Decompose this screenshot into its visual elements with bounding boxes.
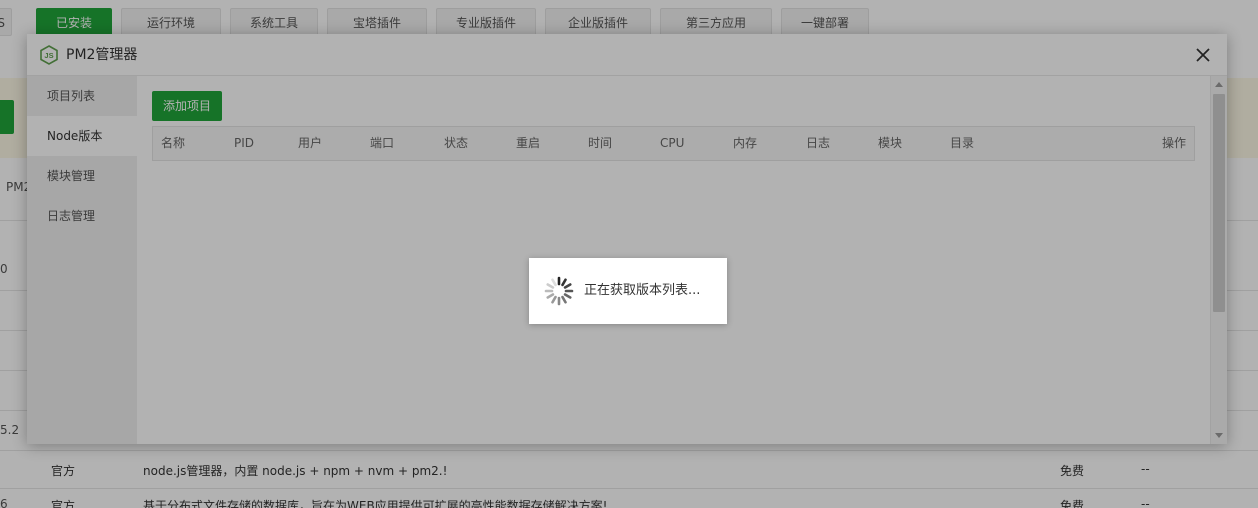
pm2-manager-dialog: JS PM2管理器 项目列表 Node版本 模块管理 日志管理 添加项目 名称 …	[27, 34, 1227, 444]
loading-spinner-icon	[544, 276, 574, 306]
loading-message-box: 正在获取版本列表...	[529, 258, 727, 324]
loading-text: 正在获取版本列表...	[584, 283, 701, 298]
dialog-loading-overlay	[27, 34, 1227, 444]
